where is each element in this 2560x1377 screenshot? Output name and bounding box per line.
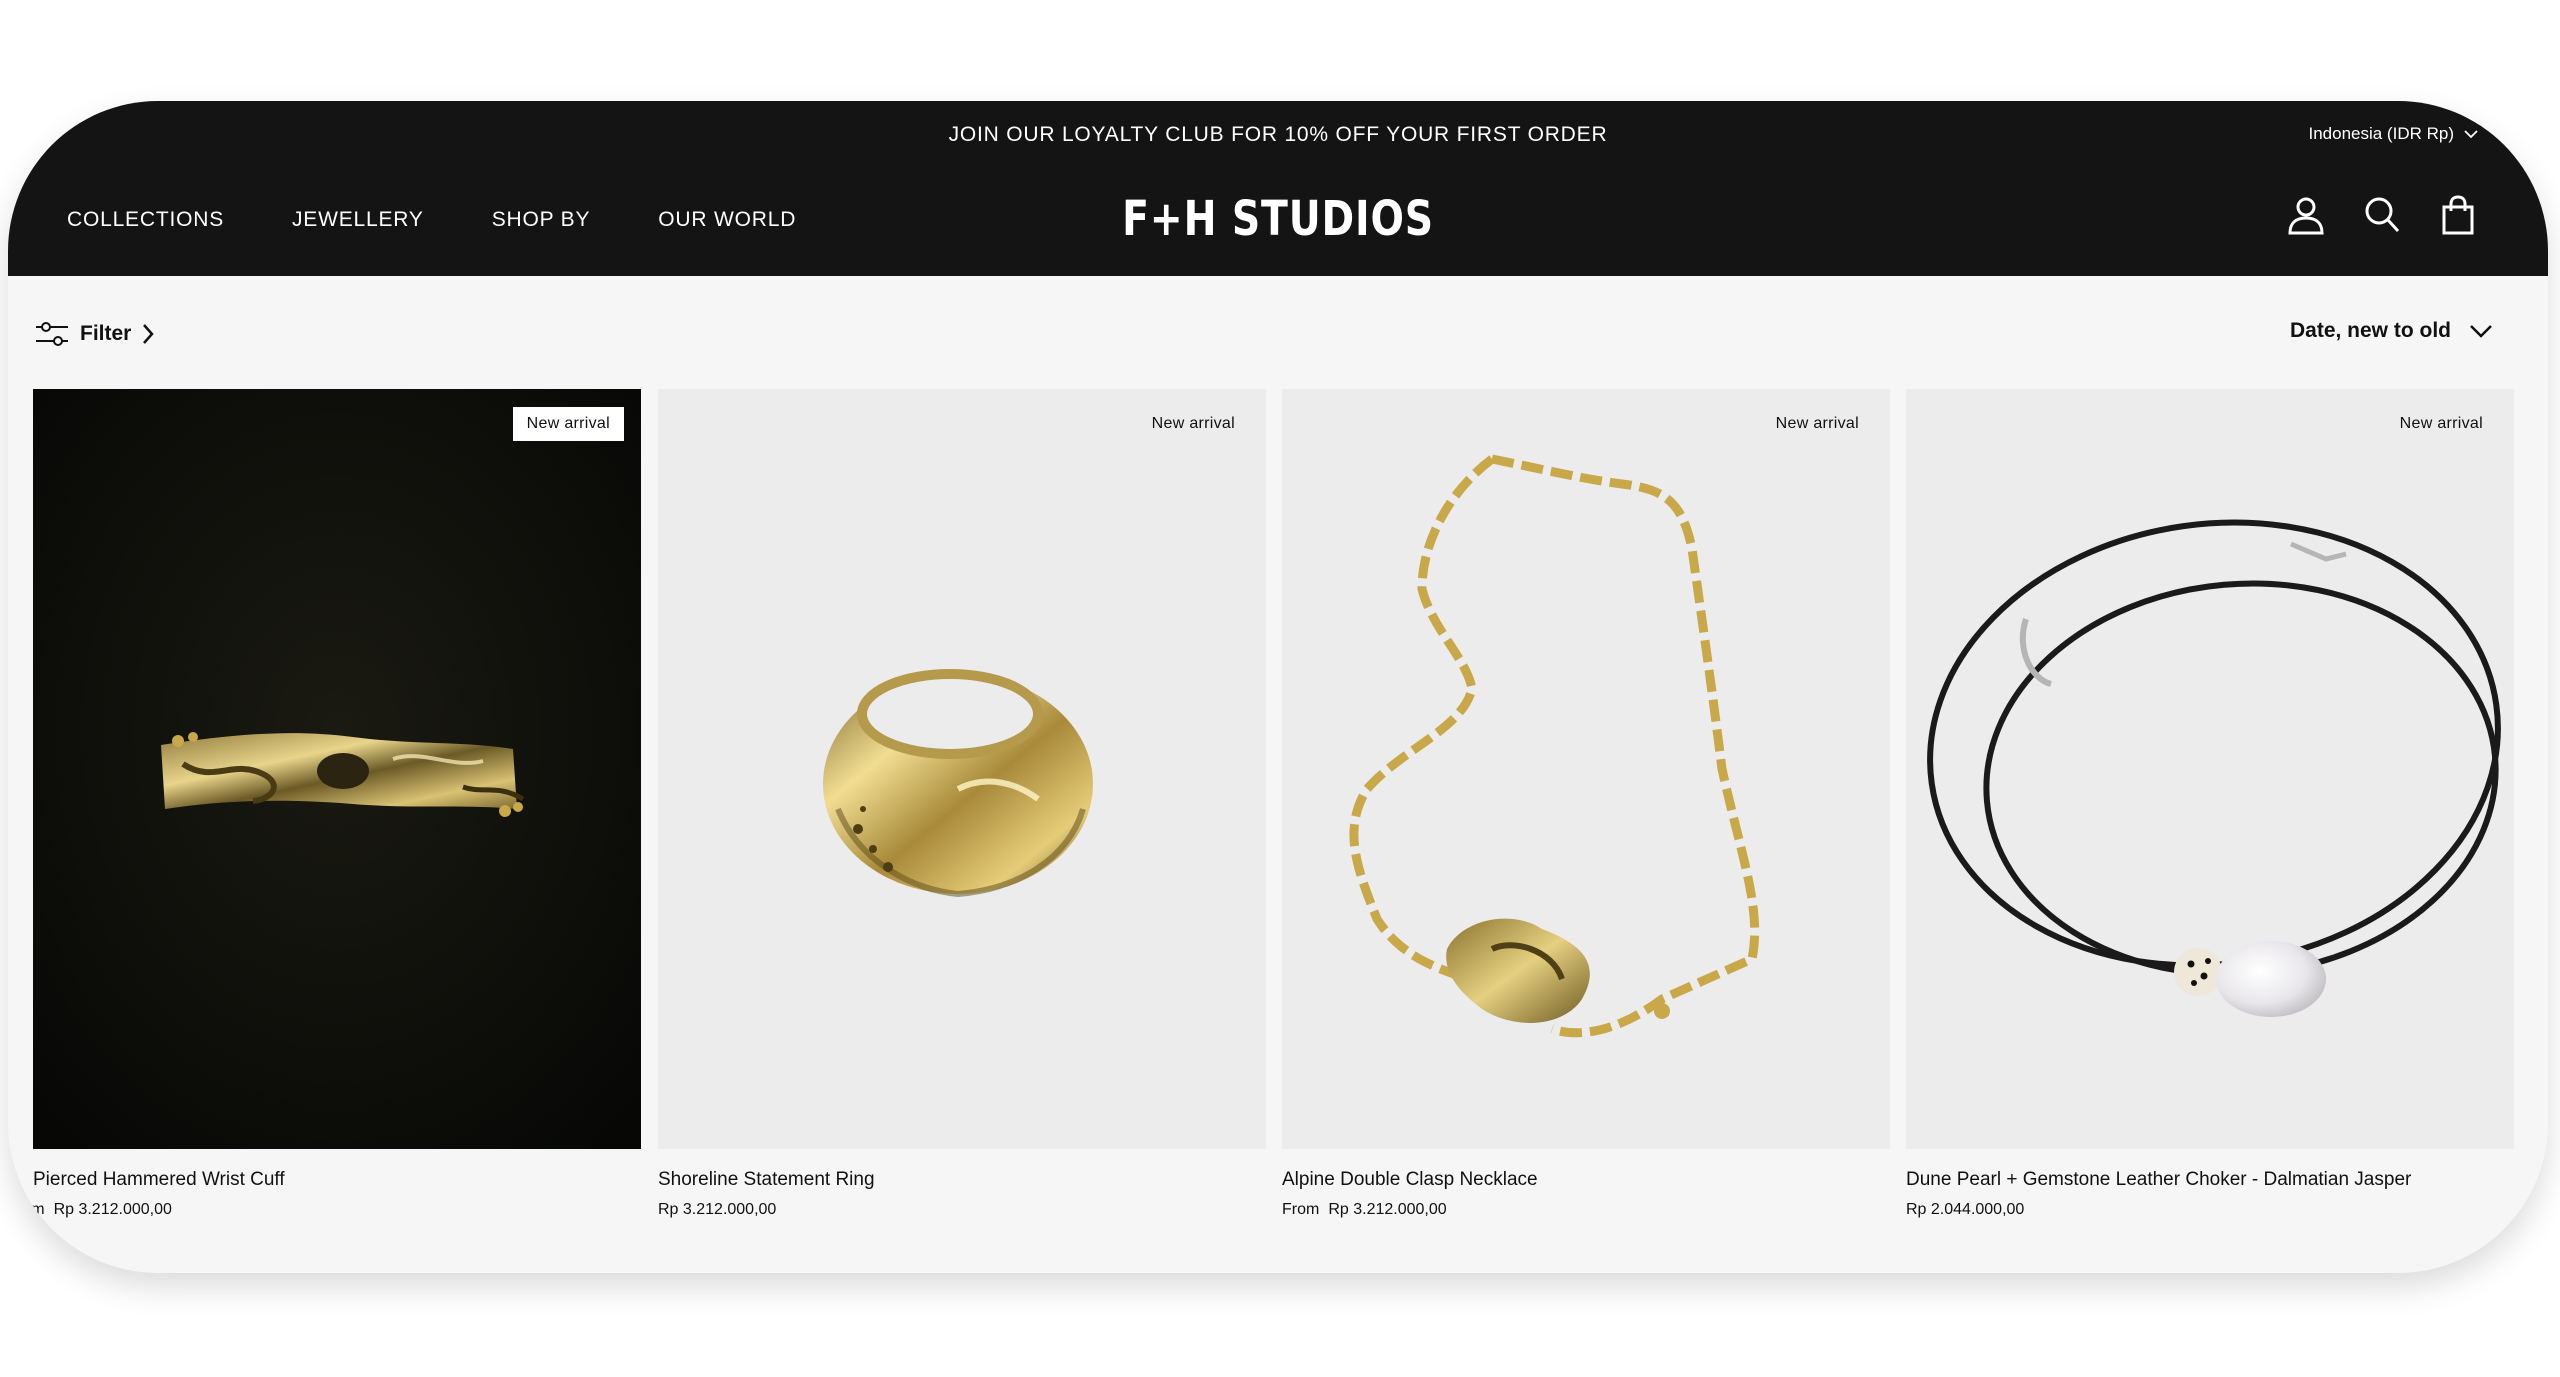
price-prefix: From [1282, 1201, 1320, 1218]
filter-label: Filter [80, 322, 132, 345]
product-card[interactable]: New arrival Dune Pearl + Gemstone Leathe… [1906, 389, 2514, 1219]
product-image[interactable]: New arrival [1906, 389, 2514, 1149]
product-card[interactable]: New arrival Alpine Double Clasp Necklace… [1282, 389, 1890, 1219]
choker-image [1906, 389, 2514, 1149]
product-price: Rp 3.212.000,00 [1328, 1201, 1447, 1218]
sort-dropdown[interactable]: Date, new to old [2290, 319, 2493, 343]
product-price: Rp 2.044.000,00 [1906, 1201, 2025, 1218]
product-name[interactable]: Shoreline Statement Ring [658, 1169, 1266, 1191]
product-price: Rp 3.212.000,00 [658, 1201, 777, 1218]
account-icon[interactable] [2286, 195, 2326, 235]
product-image[interactable]: New arrival [658, 389, 1266, 1149]
product-image[interactable]: New arrival [1282, 389, 1890, 1149]
country-label: Indonesia (IDR Rp) [2308, 124, 2454, 143]
product-price: Rp 3.212.000,00 [53, 1201, 172, 1218]
new-arrival-badge: New arrival [2399, 415, 2483, 432]
ring-image [658, 389, 1266, 1149]
product-card[interactable]: New arrival Pierced Hammered Wrist Cuff … [17, 389, 641, 1219]
sort-label: Date, new to old [2289, 319, 2451, 342]
new-arrival-badge: New arrival [1151, 415, 1235, 432]
browser-frame: JOIN OUR LOYALTY CLUB FOR 10% OFF YOUR F… [8, 101, 2548, 1273]
price-prefix: rom [17, 1201, 45, 1218]
chevron-down-icon [2470, 325, 2492, 338]
product-price-row: From Rp 3.212.000,00 [1282, 1201, 1890, 1219]
product-image[interactable]: New arrival [33, 389, 641, 1149]
product-price-row: rom Rp 3.212.000,00 [17, 1201, 641, 1219]
header-icons [2286, 195, 2478, 235]
announcement-bar[interactable]: JOIN OUR LOYALTY CLUB FOR 10% OFF YOUR F… [8, 123, 2548, 147]
necklace-image [1282, 389, 1890, 1149]
cuff-image [33, 389, 641, 1149]
product-name[interactable]: Dune Pearl + Gemstone Leather Choker - D… [1906, 1169, 2514, 1191]
product-card[interactable]: New arrival Shoreline Statement Ring Rp … [658, 389, 1266, 1219]
bag-icon[interactable] [2438, 195, 2478, 235]
chevron-down-icon [2464, 130, 2478, 139]
product-name[interactable]: Alpine Double Clasp Necklace [1282, 1169, 1890, 1191]
nav-collections[interactable]: COLLECTIONS [67, 208, 224, 232]
chevron-right-icon [143, 324, 155, 344]
sliders-icon [36, 322, 68, 346]
new-arrival-badge: New arrival [1775, 415, 1859, 432]
product-name[interactable]: Pierced Hammered Wrist Cuff [33, 1169, 641, 1191]
new-arrival-badge: New arrival [512, 407, 624, 441]
country-selector[interactable]: Indonesia (IDR Rp) [2308, 124, 2478, 144]
search-icon[interactable] [2362, 195, 2402, 235]
site-logo[interactable]: F+H STUDIOS [237, 191, 2320, 247]
product-price-row: Rp 3.212.000,00 [658, 1201, 1266, 1219]
product-price-row: Rp 2.044.000,00 [1906, 1201, 2514, 1219]
filter-button[interactable]: Filter [34, 319, 155, 349]
